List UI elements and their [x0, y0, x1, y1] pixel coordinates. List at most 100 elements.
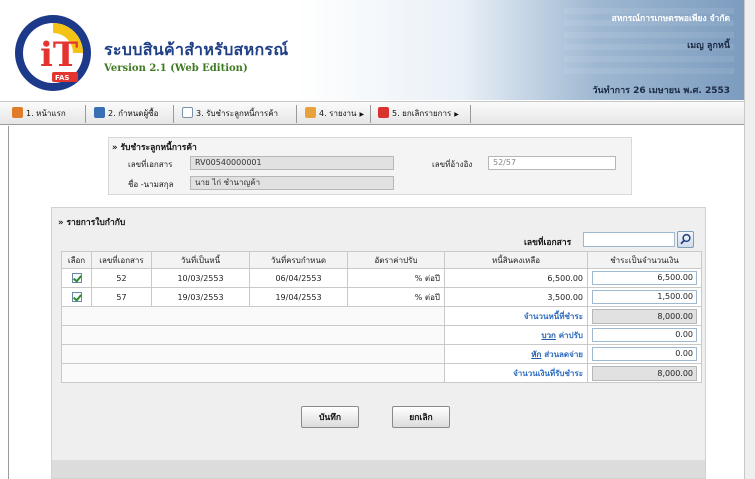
search-button[interactable]	[677, 231, 694, 248]
menu-item-cancel-transaction[interactable]: 5. ยกเลิกรายการ ▶	[378, 106, 459, 122]
name-field: นาย ไก่ ชำนาญค้า	[190, 176, 394, 190]
summary-row-received: จำนวนเงินที่รับชำระ 8,000.00	[61, 363, 702, 383]
discount-link[interactable]: หัก	[531, 350, 541, 359]
doc-no-cell: 57	[91, 287, 152, 307]
window-right-edge	[744, 0, 755, 479]
menu-item-label: 4. รายงาน	[319, 109, 357, 118]
logo-mark: iT	[40, 35, 78, 75]
pay-amount-input[interactable]: 1,500.00	[592, 290, 697, 304]
summary-row-total-debt: จำนวนหนี้ที่ชำระ 8,000.00	[61, 306, 702, 326]
invoice-table: เลือก เลขที่เอกสาร วันที่เป็นหนี้ วันที่…	[61, 251, 702, 383]
work-date: วันทำการ 26 เมษายน พ.ศ. 2553	[592, 86, 730, 96]
fee-label-cell: บวก ค่าปรับ	[444, 325, 588, 345]
home-icon	[12, 107, 23, 118]
summary-spacer	[61, 306, 445, 326]
col-header-pay-amount: ชำระเป็นจำนวนเงิน	[587, 251, 702, 269]
pay-amount-cell: 6,500.00	[587, 268, 702, 288]
menu-separator	[296, 105, 297, 123]
search-doc-label: เลขที่เอกสาร	[524, 238, 572, 248]
debt-date-cell: 10/03/2553	[151, 268, 250, 288]
fee-label: ค่าปรับ	[558, 330, 583, 340]
total-debt-cell: 8,000.00	[587, 306, 702, 326]
menu-item-label: 5. ยกเลิกรายการ	[392, 109, 452, 118]
table-header-row: เลือก เลขที่เอกสาร วันที่เป็นหนี้ วันที่…	[61, 251, 702, 269]
app-version: Version 2.1 (Web Edition)	[104, 63, 248, 74]
received-label: จำนวนเงินที่รับชำระ	[444, 363, 588, 383]
total-debt-value: 8,000.00	[592, 308, 697, 324]
row-checkbox[interactable]	[71, 273, 82, 283]
col-header-doc-no: เลขที่เอกสาร	[91, 251, 152, 269]
balance-cell: 6,500.00	[444, 268, 588, 288]
total-debt-label: จำนวนหนี้ที่ชำระ	[444, 306, 588, 326]
summary-row-discount: หัก ส่วนลดจ่าย 0.00	[61, 344, 702, 364]
summary-spacer	[61, 325, 445, 345]
menu-item-receive-payment[interactable]: 3. รับชำระลูกหนี้การค้า	[182, 106, 278, 122]
table-row: 52 10/03/2553 06/04/2553 % ต่อปี 6,500.0…	[61, 268, 702, 288]
content-left-border	[8, 126, 9, 479]
doc-no-field: RV00540000001	[190, 156, 394, 170]
fine-rate-cell: % ต่อปี	[347, 287, 445, 307]
balance-cell: 3,500.00	[444, 287, 588, 307]
col-header-fine-rate: อัตราค่าปรับ	[347, 251, 445, 269]
pay-amount-cell: 1,500.00	[587, 287, 702, 307]
cancel-button[interactable]: ยกเลิก	[392, 406, 450, 428]
report-icon	[305, 107, 316, 118]
col-header-debt-date: วันที่เป็นหนี้	[151, 251, 250, 269]
cancel-doc-icon	[378, 107, 389, 118]
menu-separator	[173, 105, 174, 123]
menu-item-reports[interactable]: 4. รายงาน ▶	[305, 106, 364, 122]
menu-item-label: 2. กำหนดผู้ซื้อ	[108, 109, 159, 118]
fee-input[interactable]: 0.00	[592, 328, 697, 342]
fee-link[interactable]: บวก	[541, 331, 555, 340]
menu-separator	[85, 105, 86, 123]
discount-label-cell: หัก ส่วนลดจ่าย	[444, 344, 588, 364]
doc-no-label: เลขที่เอกสาร	[128, 160, 173, 169]
app-logo: iT FAS	[15, 15, 91, 91]
user-name: เมญ ลูกหนี้	[687, 41, 730, 51]
menu-item-buyers[interactable]: 2. กำหนดผู้ซื้อ	[94, 106, 158, 122]
invoice-section-title: » รายการใบกำกับ	[58, 218, 126, 228]
col-header-balance: หนี้สินคงเหลือ	[444, 251, 588, 269]
table-row: 57 19/03/2553 19/04/2553 % ต่อปี 3,500.0…	[61, 287, 702, 307]
menu-item-label: 3. รับชำระลูกหนี้การค้า	[196, 109, 279, 118]
menu-item-label: 1. หน้าแรก	[26, 109, 66, 118]
save-button[interactable]: บันทึก	[301, 406, 359, 428]
summary-spacer	[61, 344, 445, 364]
submenu-arrow-icon: ▶	[454, 111, 459, 118]
summary-spacer	[61, 363, 445, 383]
people-icon	[94, 107, 105, 118]
pay-amount-input[interactable]: 6,500.00	[592, 271, 697, 285]
col-header-select: เลือก	[61, 251, 92, 269]
doc-no-cell: 52	[91, 268, 152, 288]
due-date-cell: 06/04/2553	[249, 268, 348, 288]
received-value: 8,000.00	[592, 365, 697, 381]
fee-cell: 0.00	[587, 325, 702, 345]
discount-input[interactable]: 0.00	[592, 347, 697, 361]
row-checkbox[interactable]	[71, 292, 82, 302]
fine-rate-cell: % ต่อปี	[347, 268, 445, 288]
menu-separator	[370, 105, 371, 123]
main-menu: 1. หน้าแรก 2. กำหนดผู้ซื้อ 3. รับชำระลูก…	[0, 101, 744, 125]
discount-label: ส่วนลดจ่าย	[544, 349, 583, 359]
search-doc-input[interactable]	[583, 232, 675, 247]
submenu-arrow-icon: ▶	[359, 111, 365, 118]
select-cell	[61, 268, 92, 288]
ref-no-field[interactable]: 52/57	[488, 156, 616, 170]
ref-no-label: เลขที่อ้างอิง	[432, 160, 473, 169]
select-cell	[61, 287, 92, 307]
receipt-section-title: » รับชำระลูกหนี้การค้า	[112, 143, 197, 153]
organization-name: สหกรณ์การเกษตรพอเพียง จำกัด	[611, 14, 730, 24]
menu-separator	[470, 105, 471, 123]
col-header-due-date: วันที่ครบกำหนด	[249, 251, 348, 269]
panel-footer-bar	[52, 460, 705, 478]
discount-cell: 0.00	[587, 344, 702, 364]
app-title: ระบบสินค้าสำหรับสหกรณ์	[104, 40, 289, 59]
received-cell: 8,000.00	[587, 363, 702, 383]
menu-item-home[interactable]: 1. หน้าแรก	[12, 106, 66, 122]
search-icon	[680, 233, 691, 245]
debt-date-cell: 19/03/2553	[151, 287, 250, 307]
name-label: ชื่อ -นามสกุล	[128, 180, 174, 189]
app-header: iT FAS ระบบสินค้าสำหรับสหกรณ์ Version 2.…	[0, 0, 744, 100]
document-icon	[182, 107, 193, 118]
due-date-cell: 19/04/2553	[249, 287, 348, 307]
